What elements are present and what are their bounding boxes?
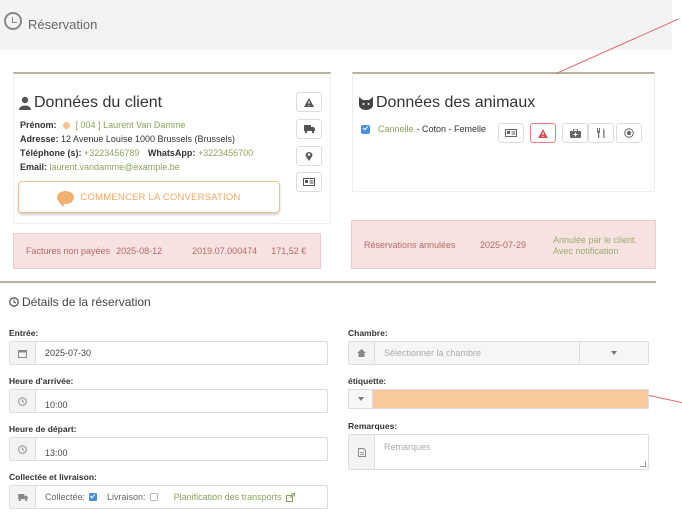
remarques-textarea[interactable]: Remarques — [348, 434, 649, 470]
cancelled-label: Réservations annulées — [364, 240, 456, 250]
pet-warning-button[interactable] — [530, 123, 556, 143]
arrivee-value: 10:00 — [45, 400, 68, 410]
truck-icon — [303, 125, 315, 133]
client-warning-button[interactable] — [296, 92, 322, 112]
client-adresse-row: Adresse: 12 Avenue Louise 1000 Brussels … — [20, 134, 235, 144]
chambre-select[interactable]: Sélectionner la chambre — [348, 341, 649, 365]
clock-icon — [10, 390, 36, 412]
cat-icon — [358, 96, 374, 110]
home-icon — [349, 342, 375, 364]
section-divider — [0, 281, 656, 283]
id-card-icon — [505, 129, 517, 137]
page-title: Réservation — [28, 17, 98, 32]
email-label: Email: — [20, 162, 48, 172]
collecte-options: Collectée: Livraison: Planification des … — [36, 486, 295, 508]
prenom-label: Prénom: — [20, 120, 57, 130]
etiquette-select[interactable] — [348, 389, 649, 409]
collecte-field: Collectée: Livraison: Planification des … — [9, 485, 328, 509]
depart-label: Heure de départ: — [9, 424, 77, 434]
chambre-placeholder: Sélectionner la chambre — [375, 342, 580, 364]
animals-panel-title: Données des animaux — [376, 94, 536, 111]
remarques-placeholder: Remarques — [384, 442, 431, 452]
client-truck-button[interactable] — [296, 119, 322, 139]
truck-icon — [10, 486, 36, 508]
transport-planning-link[interactable]: Planification des transports — [174, 492, 282, 502]
pet-row: Cannelle - Coton - Femelle — [361, 124, 486, 134]
user-icon — [19, 96, 31, 110]
collectee-checkbox[interactable] — [89, 492, 98, 501]
etiquette-color-swatch[interactable] — [373, 390, 648, 408]
map-marker-icon — [305, 152, 313, 161]
telephone-label: Téléphone (s): — [20, 148, 82, 158]
unpaid-label: Factures non payées — [26, 246, 111, 256]
cancelled-note: Annulée par le client. Avec notification — [553, 235, 638, 256]
client-panel-title: Données du client — [34, 94, 163, 111]
food-icon — [597, 128, 605, 138]
whatsapp-label: WhatsApp: — [147, 148, 196, 158]
id-card-icon — [303, 178, 315, 186]
medkit-icon — [569, 128, 581, 138]
collectee-text: Collectée: — [45, 492, 86, 502]
entree-value: 2025-07-30 — [45, 348, 92, 358]
chambre-label: Chambre: — [348, 328, 388, 338]
arrivee-label: Heure d'arrivée: — [9, 376, 74, 386]
unpaid-amount: 171,52 € — [271, 246, 307, 256]
calendar-icon — [10, 342, 36, 364]
depart-field[interactable]: 13:00 — [9, 437, 328, 461]
chevron-down-icon[interactable] — [580, 342, 648, 364]
clock-icon — [10, 438, 36, 460]
collecte-label: Collectée et livraison: — [9, 472, 97, 482]
resize-handle-icon[interactable] — [640, 461, 646, 467]
client-map-button[interactable] — [296, 146, 322, 166]
arrivee-field[interactable]: 10:00 — [9, 389, 328, 413]
pet-checkbox[interactable] — [361, 124, 370, 134]
warning-icon — [538, 128, 548, 138]
document-icon — [349, 435, 375, 469]
depart-value: 13:00 — [45, 448, 68, 458]
start-conversation-label: COMMENCER LA CONVERSATION — [80, 191, 241, 203]
pet-medkit-button[interactable] — [562, 123, 588, 143]
livraison-checkbox[interactable] — [149, 493, 158, 501]
start-conversation-button[interactable]: COMMENCER LA CONVERSATION — [18, 181, 280, 213]
client-phone-row: Téléphone (s): +3223456789 WhatsApp: +32… — [20, 148, 253, 158]
status-dot-icon — [63, 122, 71, 130]
remarques-label: Remarques: — [348, 421, 398, 431]
page-header — [0, 0, 672, 50]
cancelled-date: 2025-07-29 — [480, 240, 527, 250]
livraison-text: Livraison: — [107, 492, 146, 502]
annotation-arrow-line — [648, 395, 682, 405]
ball-icon — [624, 128, 634, 138]
unpaid-invoices-alert: Factures non payées 2025-08-12 2019.07.0… — [13, 233, 321, 269]
check-icon — [89, 492, 96, 499]
chevron-down-icon[interactable] — [349, 390, 373, 408]
external-link-icon[interactable] — [285, 492, 295, 502]
warning-icon — [304, 97, 314, 107]
pet-food-button[interactable] — [588, 123, 614, 143]
pet-name-link[interactable]: Cannelle — [378, 124, 414, 134]
unpaid-date: 2025-08-12 — [116, 246, 163, 256]
telephone-link[interactable]: +3223456789 — [84, 148, 139, 158]
client-email-row: Email: laurent.vandamme@example.be — [20, 162, 180, 172]
email-link[interactable]: laurent.vandamme@example.be — [50, 162, 180, 172]
client-prenom-row: Prénom: [ 004 ] Laurent Van Damme — [20, 120, 185, 130]
whatsapp-link[interactable]: +3223456700 — [198, 148, 253, 158]
reservation-details-label: Détails de la réservation — [22, 295, 151, 309]
client-name-link[interactable]: [ 004 ] Laurent Van Damme — [76, 120, 186, 130]
clock-icon — [9, 297, 19, 307]
entree-field[interactable]: 2025-07-30 — [9, 341, 328, 365]
adresse-value: 12 Avenue Louise 1000 Brussels (Brussels… — [61, 134, 235, 144]
entree-label: Entrée: — [9, 328, 39, 338]
unpaid-invoice-number[interactable]: 2019.07.000474 — [192, 246, 257, 268]
clock-icon — [4, 12, 22, 30]
check-icon — [362, 124, 368, 131]
client-id-card-button[interactable] — [296, 172, 322, 192]
reservation-details-title: Détails de la réservation — [9, 295, 151, 309]
pet-ball-button[interactable] — [616, 123, 642, 143]
chat-bubble-icon — [57, 190, 75, 207]
etiquette-label: étiquette: — [348, 376, 387, 386]
pet-details: - Coton - Femelle — [416, 124, 487, 134]
pet-id-card-button[interactable] — [498, 123, 524, 143]
adresse-label: Adresse: — [20, 134, 59, 144]
